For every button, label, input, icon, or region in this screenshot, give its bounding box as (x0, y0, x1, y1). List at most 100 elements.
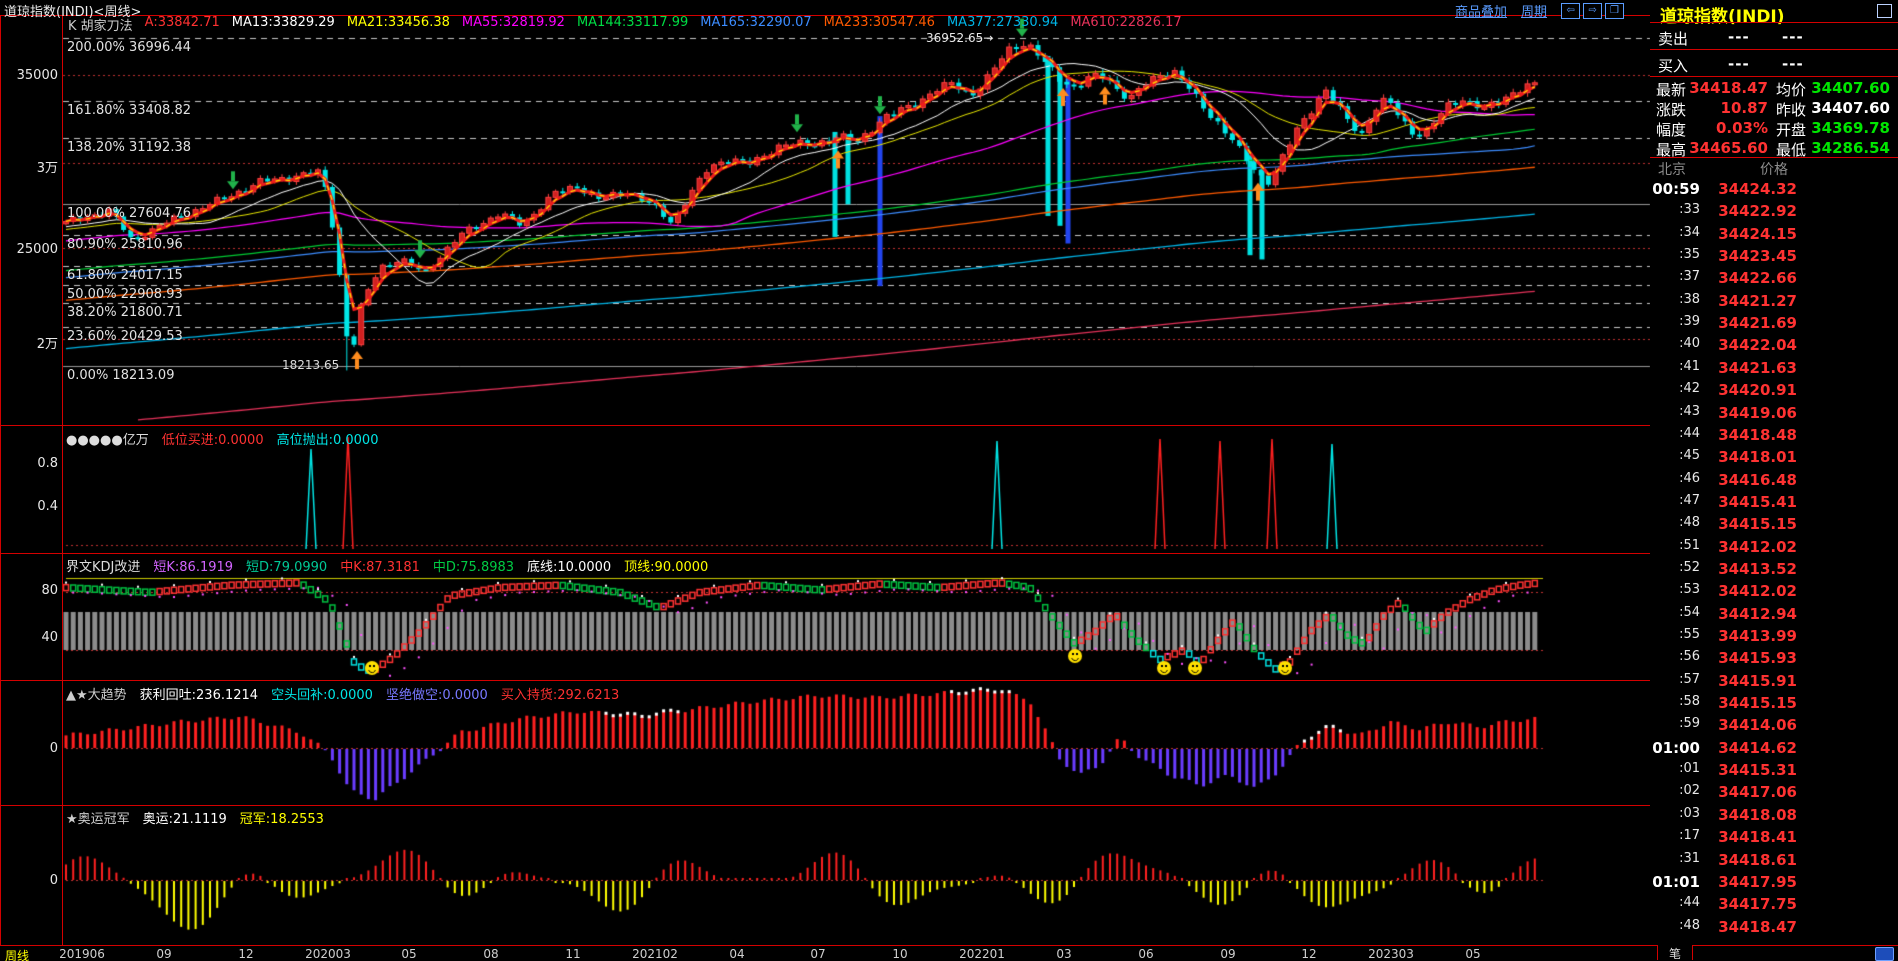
panel-axis-label: 0 (49, 741, 58, 756)
tick-price: 34422.66 (1718, 269, 1797, 288)
tick-time: :01 (1679, 761, 1700, 777)
time-axis-label: 202201 (959, 947, 1005, 961)
tape-row: :34 34424.15 (1650, 225, 1898, 247)
tape-row: :45 34418.01 (1650, 448, 1898, 470)
indicator-value: MA610:22826.17 (1070, 15, 1182, 30)
indicator-value: 底线:10.0000 (527, 560, 612, 575)
tick-time: :44 (1679, 425, 1700, 441)
order-volume: --- (1782, 55, 1804, 73)
tape-row: :54 34412.94 (1650, 605, 1898, 627)
period-button[interactable]: 周期 (1521, 1, 1547, 20)
tape-row: 01:00 34414.62 (1650, 739, 1898, 761)
tick-time: :45 (1679, 448, 1700, 464)
price-axis-label: 35000 (16, 68, 58, 83)
back-icon[interactable]: ⇦ (1561, 2, 1581, 19)
quote-label: 涨跌 (1656, 101, 1687, 119)
quote-value: 34286.54 (1811, 139, 1890, 157)
tick-time: :54 (1679, 604, 1700, 620)
fib-level-label: 138.20% 31192.38 (67, 140, 192, 155)
quote-value: 34369.78 (1811, 119, 1890, 137)
tick-price: 34415.15 (1718, 694, 1797, 713)
tick-time: :02 (1679, 783, 1700, 799)
indicator-value: 冠军:18.2553 (239, 812, 324, 827)
panel5-header: ★奥运冠军 奥运:21.1119 冠军:18.2553 (66, 808, 324, 827)
window-icon[interactable] (1877, 4, 1892, 18)
tape-row: :57 34415.91 (1650, 672, 1898, 694)
panel-axis-label: 0 (49, 873, 58, 888)
tick-time: :55 (1679, 627, 1700, 642)
tick-price: 34422.04 (1718, 336, 1797, 355)
split-window-icon[interactable]: ❒ (1605, 2, 1625, 19)
indicator-value: 坚绝做空:0.0000 (385, 688, 488, 703)
panel-axis-label: 0.8 (37, 456, 58, 471)
tape-header-price: 价格 (1760, 162, 1788, 178)
panel-axis-label: 0.4 (37, 499, 58, 514)
tape-row: :58 34415.15 (1650, 694, 1898, 716)
period-label: 周线 (5, 949, 30, 961)
panel3-header: 界文KDJ改进 短K:86.1919 短D:79.0990 中K:87.3181 中D:… (66, 556, 708, 575)
indicator-value: MA233:30547.46 (823, 15, 935, 30)
tape-row: :01 34415.31 (1650, 761, 1898, 783)
tick-time: :48 (1679, 917, 1700, 933)
fib-level-label: 161.80% 33408.82 (67, 103, 192, 118)
time-axis-label: 202303 (1368, 947, 1414, 961)
tape-row: :17 34418.41 (1650, 828, 1898, 850)
ma-values: A:33842.71 MA13:33829.29 MA21:33456.38 MA55… (145, 15, 1182, 34)
indicator-value: 中K:87.3181 (340, 560, 420, 575)
tape-row: :40 34422.04 (1650, 336, 1898, 358)
tab-bi[interactable]: 笔 (1657, 945, 1693, 961)
border-line (0, 553, 1650, 554)
sell-row[interactable]: 卖出 --- --- (1650, 23, 1898, 49)
fib-level-label: 80.90% 25810.96 (67, 237, 183, 252)
indicator-value: 短D:79.0990 (246, 560, 328, 575)
tape-row: :51 34412.02 (1650, 538, 1898, 560)
tape-row: :35 34423.45 (1650, 247, 1898, 269)
time-axis-label: 202102 (632, 947, 678, 961)
tick-time: :58 (1679, 694, 1700, 710)
indicator-value: ★奥运冠军 (66, 812, 130, 827)
fib-level-label: 23.60% 20429.53 (67, 329, 183, 344)
status-icon[interactable] (1875, 947, 1894, 961)
tick-time: :43 (1679, 403, 1700, 419)
tape-header-time: 北京 (1658, 162, 1686, 178)
tape-row: :56 34415.93 (1650, 649, 1898, 671)
time-axis-label: 12 (1301, 947, 1317, 961)
fib-level-label: 50.00% 22908.93 (67, 287, 183, 302)
tick-time: :44 (1679, 895, 1700, 911)
high-price-label: 36952.65→ (926, 31, 994, 45)
tape-row: :52 34413.52 (1650, 560, 1898, 582)
tick-time: :41 (1679, 358, 1700, 374)
tick-time: :38 (1679, 291, 1700, 307)
tick-price: 34414.62 (1718, 738, 1797, 757)
tick-price: 34418.61 (1718, 850, 1797, 869)
tape-row: :53 34412.02 (1650, 582, 1898, 604)
overlay-commodity-button[interactable]: 商品叠加 (1455, 1, 1507, 20)
border-line (0, 805, 1650, 806)
indicator-value: 界文KDJ改进 (66, 560, 141, 575)
tick-price: 34417.06 (1718, 783, 1797, 802)
tick-price: 34415.41 (1718, 492, 1797, 511)
indicator-value: MA55:32819.92 (461, 15, 565, 30)
tick-price: 34418.47 (1718, 917, 1797, 936)
forward-icon[interactable]: ⇨ (1583, 2, 1603, 19)
tick-price: 34424.15 (1718, 224, 1797, 243)
tape-row: :44 34417.75 (1650, 895, 1898, 917)
tape-row: :43 34419.06 (1650, 404, 1898, 426)
tick-time: 00:59 (1652, 180, 1700, 198)
tape-row: :31 34418.61 (1650, 851, 1898, 873)
tick-price: 34416.48 (1718, 470, 1797, 489)
buy-row[interactable]: 买入 --- --- (1650, 50, 1898, 76)
time-axis-label: 08 (483, 947, 499, 961)
toolbar-icons: ⇦ ⇨ ❒ (1561, 2, 1625, 19)
tape-row: :33 34422.92 (1650, 202, 1898, 224)
tape-row: 01:01 34417.95 (1650, 873, 1898, 895)
tick-time: :53 (1679, 582, 1700, 598)
tick-price: 34415.15 (1718, 515, 1797, 534)
tape-row: :38 34421.27 (1650, 292, 1898, 314)
tick-price: 34422.92 (1718, 202, 1797, 221)
time-axis-label: 09 (156, 947, 172, 961)
panel2-header: ●●●●●亿万 低位买进:0.0000 高位抛出:0.0000 (66, 429, 378, 448)
tick-price: 34415.31 (1718, 761, 1797, 780)
order-price: --- (1728, 28, 1750, 46)
tape-row: :41 34421.63 (1650, 359, 1898, 381)
